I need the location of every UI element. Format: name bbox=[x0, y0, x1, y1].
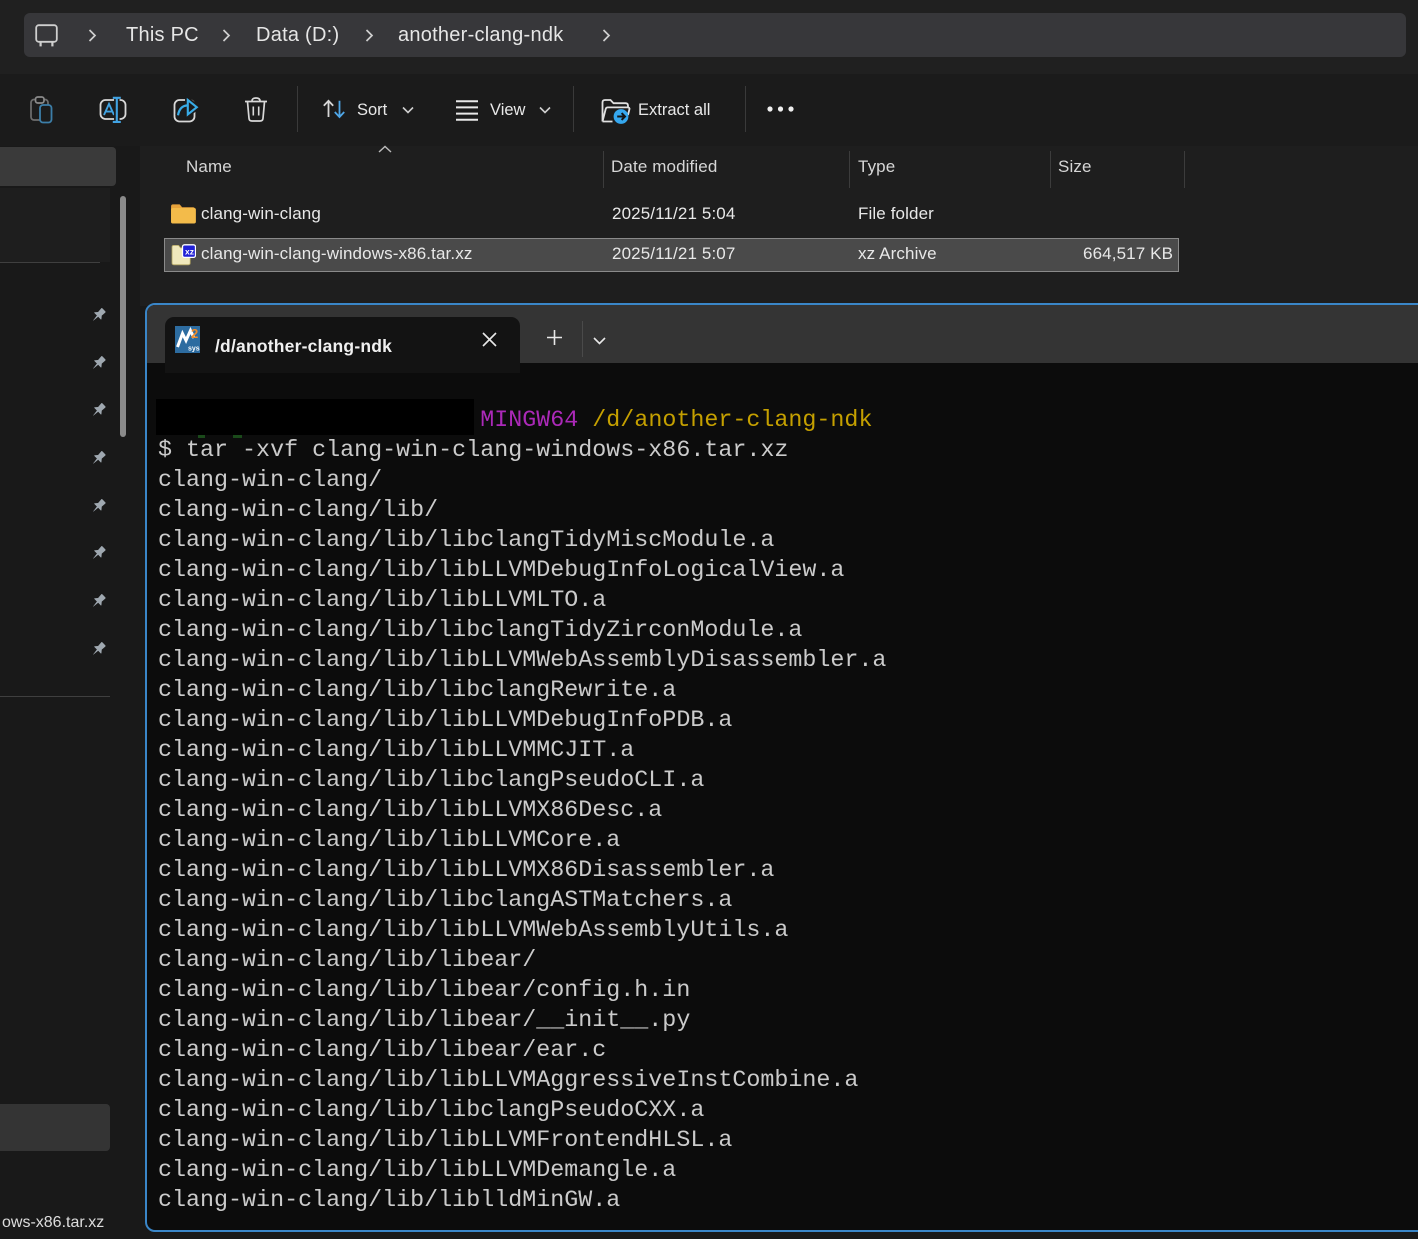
svg-text:xz: xz bbox=[185, 247, 194, 257]
svg-text:2: 2 bbox=[191, 326, 198, 341]
svg-text:sys: sys bbox=[188, 346, 200, 353]
